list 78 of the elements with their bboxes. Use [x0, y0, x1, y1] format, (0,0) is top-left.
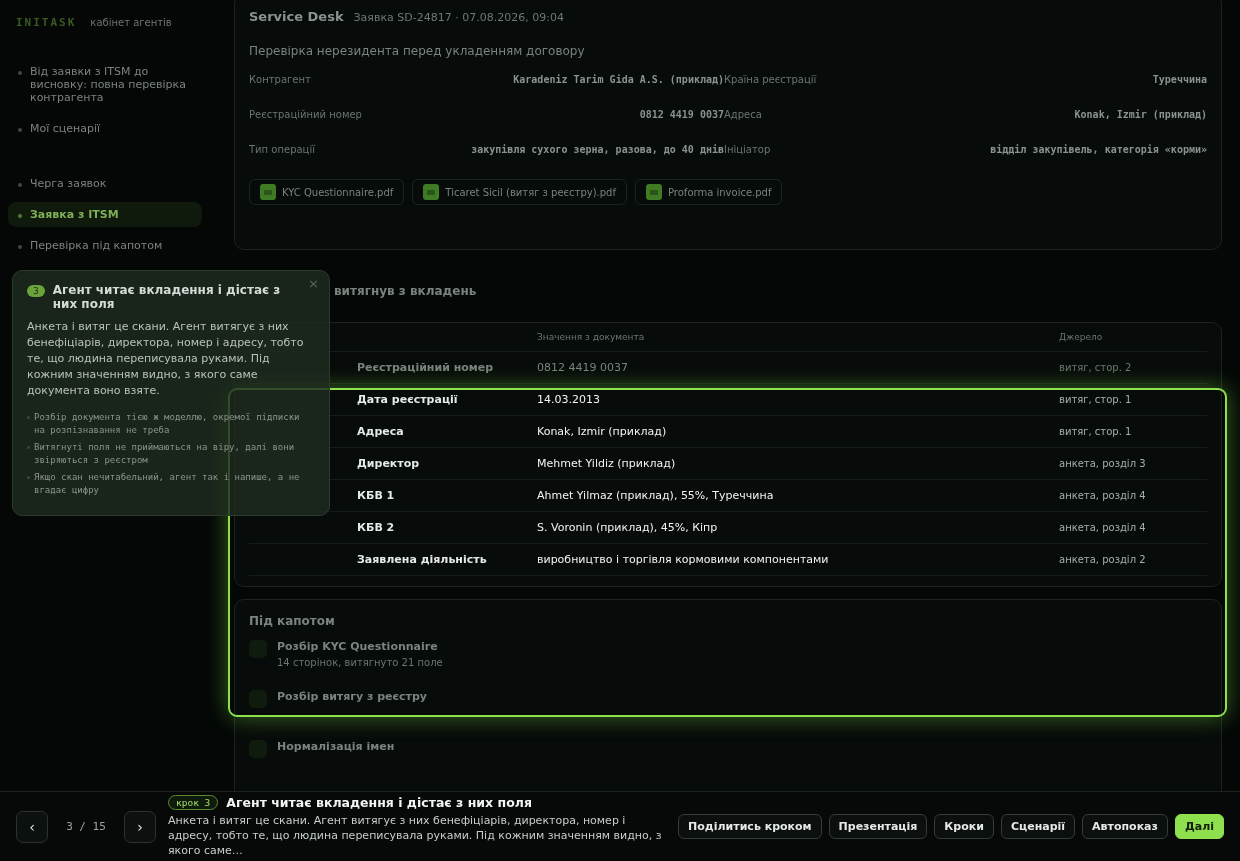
table-cell-text: Konak, Izmir (приклад): [537, 425, 668, 438]
table-cell-text: витяг, стор. 1: [1059, 426, 1133, 437]
table-cell-text: Адреса: [357, 425, 405, 438]
table-cell-text: анкета, розділ 3: [1059, 458, 1147, 469]
tooltip-bullet: Розбір документа тією ж моделлю, окремої підписки на розпізнавання не треба: [34, 411, 301, 437]
tooltip-bullet: Якщо скан нечитабельний, агент так і напише, а не вгадає цифру: [34, 471, 301, 497]
table-cell-text: Дата реєстрації: [357, 393, 459, 406]
step-title: Агент читає вкладення і дістає з них поля: [226, 795, 532, 810]
step-number: 3: [27, 285, 45, 297]
table-cell-text: 14.03.2013: [537, 393, 601, 406]
table-cell-text: витяг, стор. 2: [1059, 362, 1133, 373]
attachment-name: Ticaret Sicil (витяг з реєстру).pdf: [445, 186, 616, 198]
attachment-name: Proforma invoice.pdf: [668, 186, 772, 198]
attachment-chip[interactable]: Ticaret Sicil (витяг з реєстру).pdf: [412, 179, 627, 205]
attachment-name: KYC Questionnaire.pdf: [282, 186, 394, 198]
toolbar-button[interactable]: Поділитись кроком: [678, 814, 822, 839]
file-icon: [423, 184, 440, 200]
step-item[interactable]: Заявка з ITSM: [8, 202, 202, 227]
logo-subtitle: кабінет агентів: [90, 17, 172, 28]
field-label: Контрагент: [249, 74, 312, 85]
step-counter: 3 / 15: [65, 820, 107, 833]
field-label: Адреса: [724, 109, 763, 120]
toolbar-button[interactable]: Презентація: [828, 814, 928, 839]
table-cell-text: КБВ 1: [357, 489, 396, 502]
toolbar-button[interactable]: Сценарії: [1000, 814, 1076, 839]
scenario-item[interactable]: Від заявки з ITSM до висновку: повна перевірка контрагента: [8, 59, 202, 110]
table-cell-text: 0812 4419 0037: [537, 361, 629, 374]
table-cell-text: Mehmet Yildiz (приклад): [537, 457, 677, 470]
step-item[interactable]: Перевірка під капотом: [8, 233, 202, 258]
column-header: Значення з документа: [537, 332, 646, 342]
section-title: Під капотом: [249, 614, 336, 628]
column-header: Джерело: [1059, 332, 1104, 342]
tooltip-bullet: Витягнуті поля не приймаються на віру, далі вони звіряються з реєстром: [34, 441, 296, 467]
previous-button[interactable]: ‹: [16, 810, 48, 843]
table-cell-text: S. Voronin (приклад), 45%, Кіпр: [537, 521, 719, 534]
toolbar-button[interactable]: Далі: [1174, 814, 1224, 839]
table-cell-text: Реєстраційний номер: [357, 361, 495, 374]
field-value: Туреччина: [1151, 74, 1207, 85]
field-value: закупівля сухого зерна, разова, до 40 днів: [470, 144, 724, 155]
step-description: Анкета і витяг це скани. Агент витягує з них бенефіціарів, директора, номер і адресу, тобто те, що людина переписувала руками. Під кожним значенням видно, з якого саме…: [168, 813, 663, 858]
field-label: Країна реєстрації: [724, 74, 818, 85]
table-cell-text: виробництво і торгівля кормовими компонентами: [537, 553, 830, 566]
toolbar-button[interactable]: Автопоказ: [1082, 814, 1168, 839]
table-cell-text: анкета, розділ 4: [1059, 522, 1147, 533]
file-icon: [260, 184, 276, 200]
tooltip-title: Агент читає вкладення і дістає з них поля: [52, 283, 282, 311]
ticket-title: Перевірка нерезидента перед укладенням договору: [249, 44, 586, 58]
table-cell-text: Директор: [357, 457, 421, 470]
step-detail: 14 сторінок, витягнуто 21 поле: [277, 657, 443, 668]
field-label: Тип операції: [249, 144, 316, 155]
tooltip-text: Анкета і витяг це скани. Агент витягує з них бенефіціарів, директора, номер і адресу, тобто те, що людина переписувала руками. Під кожним значенням видно, з якого саме документа воно взяте.: [27, 319, 305, 399]
field-value: Konak, Izmir (приклад): [1073, 109, 1207, 120]
next-button[interactable]: ›: [124, 810, 156, 843]
toolbar-button[interactable]: Кроки: [934, 814, 994, 839]
field-value: відділ закупівель, категорія «корми»: [989, 144, 1207, 155]
table-cell-text: витяг, стор. 1: [1059, 394, 1133, 405]
table-cell-text: анкета, розділ 4: [1059, 490, 1147, 501]
step-item[interactable]: Черга заявок: [8, 171, 202, 196]
attachment-chip[interactable]: KYC Questionnaire.pdf: [249, 179, 405, 205]
table-cell-text: КБВ 2: [357, 521, 396, 534]
file-icon: [646, 184, 662, 200]
field-label: Ініціатор: [724, 144, 772, 155]
ticket-meta: Заявка SD-24817 · 07.08.2026, 09:04: [353, 11, 564, 24]
logo: INITASK: [16, 16, 77, 29]
step-title: Розбір KYC Questionnaire: [277, 640, 439, 653]
step-badge: крок 3: [168, 795, 219, 810]
table-cell-text: анкета, розділ 2: [1059, 554, 1147, 565]
field-value: Karadeniz Tarim Gida A.S. (приклад): [512, 74, 724, 85]
section-title: витягнув з вкладень: [334, 284, 477, 298]
step-title: Розбір витягу з реєстру: [277, 690, 428, 703]
table-cell-text: Заявлена діяльність: [357, 553, 488, 566]
ticket-source: Service Desk: [249, 9, 344, 24]
field-label: Реєстраційний номер: [249, 109, 363, 120]
step-title: Нормалізація імен: [277, 740, 395, 753]
attachment-chip[interactable]: Proforma invoice.pdf: [635, 179, 783, 205]
table-cell-text: Ahmet Yilmaz (приклад), 55%, Туреччина: [537, 489, 775, 502]
field-value: 0812 4419 0037: [638, 109, 724, 120]
scenario-item[interactable]: Мої сценарії: [8, 116, 202, 141]
